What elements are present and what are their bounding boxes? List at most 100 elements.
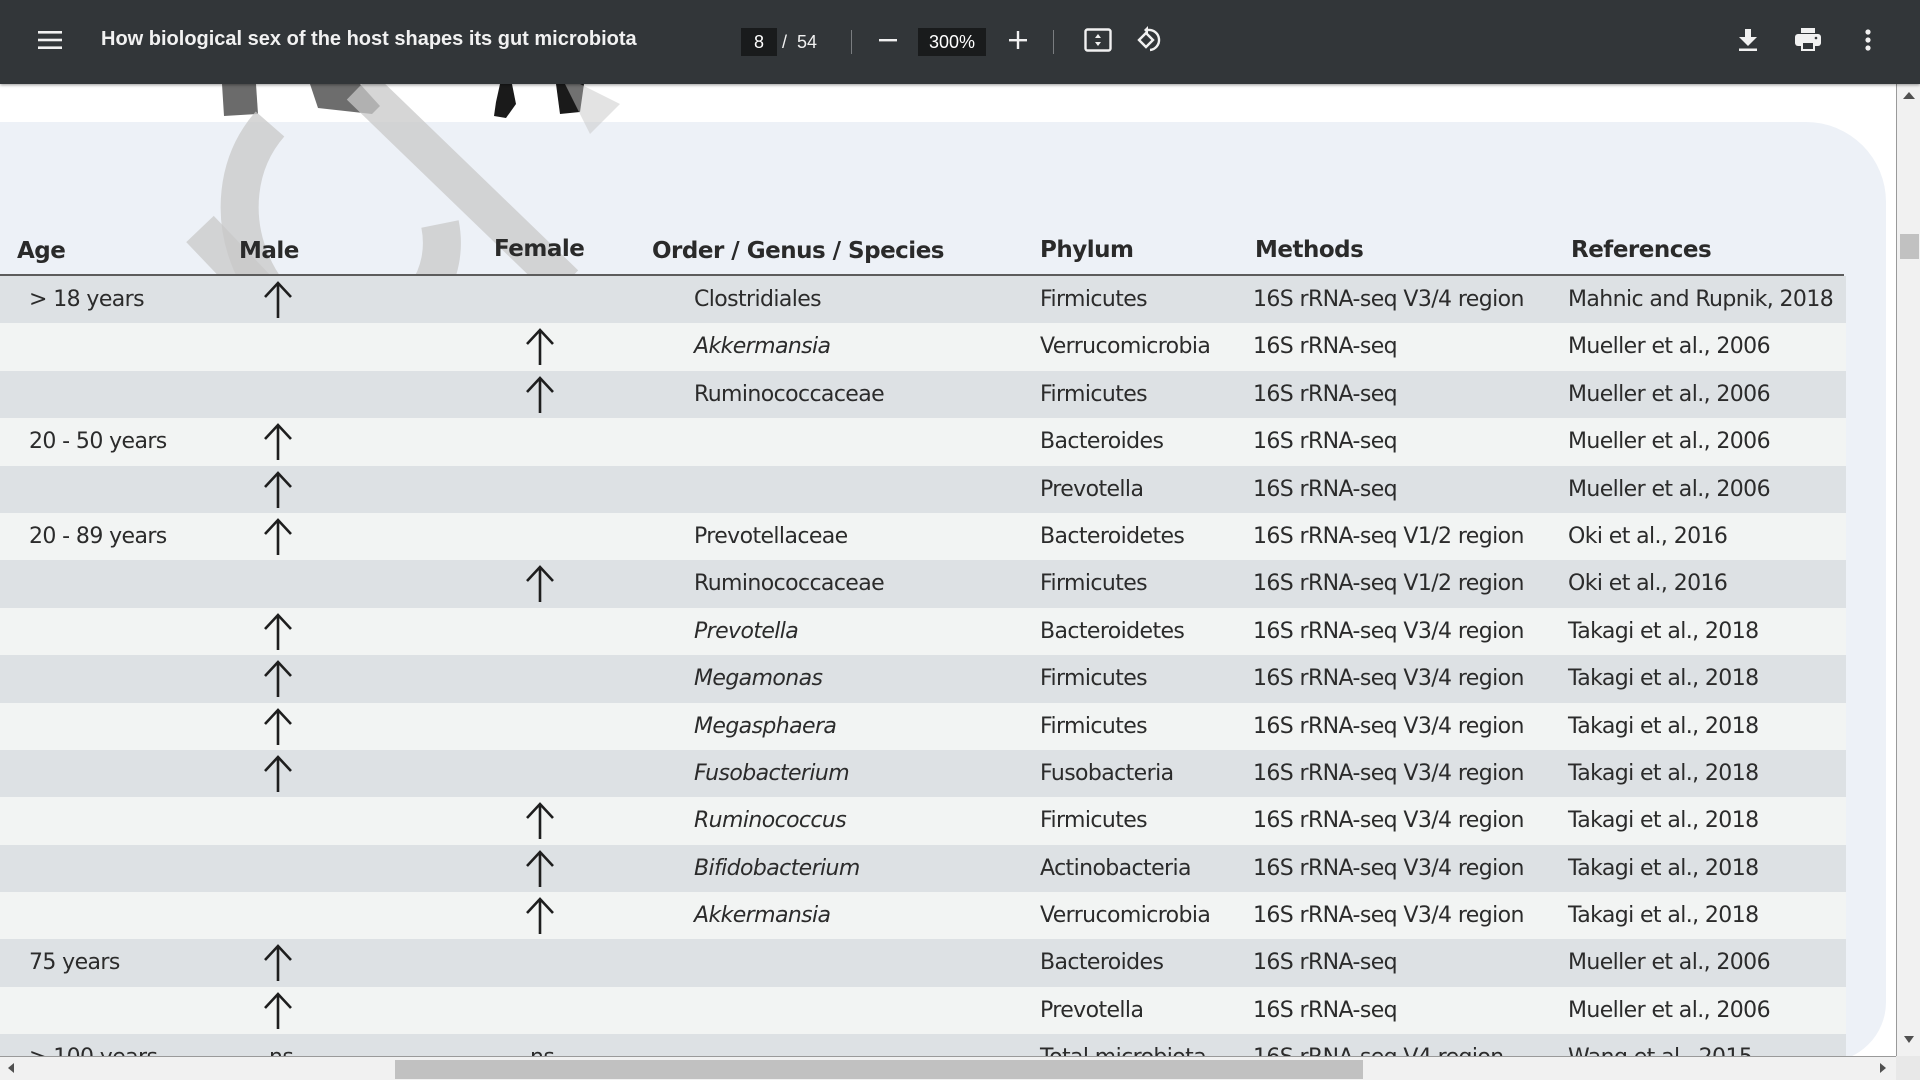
- cell-reference: Mahnic and Rupnik, 2018: [1568, 287, 1834, 312]
- download-icon: [1737, 28, 1759, 57]
- female-increase-arrow-icon: [522, 375, 558, 415]
- cell-phylum: Firmicutes: [1040, 713, 1148, 739]
- cell-reference: Takagi et al., 2018: [1568, 903, 1759, 929]
- cell-reference: Mueller et al., 2006: [1568, 429, 1771, 455]
- cell-method: 16S rRNA-seq V4 region: [1253, 1045, 1504, 1056]
- cell-reference: Takagi et al., 2018: [1568, 808, 1759, 834]
- cell-phylum: Bacteroidetes: [1040, 523, 1185, 549]
- toolbar-divider: [851, 30, 852, 54]
- table-row: > 18 years Clostridiales Firmicutes 16S rRN…: [0, 276, 1846, 324]
- cell-phylum: Firmicutes: [1040, 666, 1148, 692]
- cell-taxon: Akkermansia: [694, 334, 831, 360]
- table-row: Megasphaera Firmicutes 16S rRNA-seq V3/4 r…: [0, 702, 1846, 750]
- hamburger-menu-icon: [38, 30, 62, 55]
- zoom-in-button[interactable]: [998, 22, 1038, 62]
- table-row: Ruminococcus Firmicutes 16S rRNA-seq V3/4 …: [0, 797, 1846, 845]
- cell-taxon: Clostridiales: [694, 287, 822, 312]
- data-table: Age Male Female Order / Genus / Species …: [0, 152, 1846, 1056]
- cell-reference: Takagi et al., 2018: [1568, 760, 1759, 786]
- cell-reference: Takagi et al., 2018: [1568, 618, 1759, 644]
- print-button[interactable]: [1788, 22, 1828, 62]
- cell-phylum: Firmicutes: [1040, 381, 1148, 407]
- male-increase-arrow-icon: [260, 943, 296, 983]
- table-row: Prevotella 16S rRNA-seq Mueller et al., 20…: [0, 986, 1846, 1035]
- cell-method: 16S rRNA-seq V3/4 region: [1253, 713, 1524, 739]
- male-increase-arrow-icon: [260, 422, 296, 462]
- pdf-toolbar: How biological sex of the host shapes it…: [0, 0, 1920, 84]
- cell-reference: Oki et al., 2016: [1568, 523, 1728, 549]
- cell-method: 16S rRNA-seq V3/4 region: [1253, 287, 1524, 312]
- cell-reference: Takagi et al., 2018: [1568, 855, 1759, 881]
- cell-taxon: Prevotella: [694, 618, 799, 644]
- cell-method: 16S rRNA-seq V1/2 region: [1253, 571, 1524, 597]
- header-male: Male: [239, 238, 299, 264]
- fit-to-page-button[interactable]: [1078, 22, 1118, 62]
- table-row: Prevotella Bacteroidetes 16S rRNA-seq V3/4…: [0, 607, 1846, 656]
- header-references: References: [1571, 237, 1712, 263]
- vertical-scroll-thumb[interactable]: [1900, 234, 1919, 259]
- horizontal-scroll-thumb[interactable]: [395, 1060, 1363, 1079]
- download-button[interactable]: [1728, 22, 1768, 62]
- table-row: Prevotella 16S rRNA-seq Mueller et al., 20…: [0, 465, 1846, 513]
- cell-method: 16S rRNA-seq: [1253, 381, 1398, 407]
- rotate-button[interactable]: [1130, 22, 1170, 62]
- zoom-level-input[interactable]: 300%: [918, 28, 986, 56]
- male-increase-arrow-icon: [260, 280, 296, 320]
- male-increase-arrow-icon: [260, 707, 296, 747]
- page-number-input[interactable]: 8: [741, 28, 777, 56]
- cell-reference: Oki et al., 2016: [1568, 571, 1728, 597]
- cell-reference: Mueller et al., 2006: [1568, 381, 1771, 407]
- scroll-right-arrow-icon[interactable]: [1880, 1063, 1886, 1073]
- cell-phylum: Total microbiota: [1040, 1045, 1207, 1056]
- cell-method: 16S rRNA-seq: [1253, 476, 1398, 502]
- cell-age: > 18 years: [29, 287, 145, 312]
- scroll-up-arrow-icon[interactable]: [1903, 92, 1915, 99]
- scroll-down-arrow-icon[interactable]: [1904, 1036, 1914, 1043]
- female-increase-arrow-icon: [522, 896, 558, 936]
- male-increase-arrow-icon: [260, 612, 296, 652]
- plus-icon: [1008, 30, 1028, 55]
- cell-phylum: Verrucomicrobia: [1040, 334, 1211, 360]
- cell-taxon: Fusobacterium: [694, 760, 850, 786]
- vertical-scrollbar[interactable]: [1896, 84, 1920, 1056]
- menu-button[interactable]: [28, 22, 72, 62]
- header-female: Female: [494, 236, 585, 262]
- document-viewer: Age Male Female Order / Genus / Species …: [0, 84, 1896, 1056]
- cell-phylum: Bacteroides: [1040, 429, 1164, 455]
- page-total: 54: [797, 31, 818, 52]
- cell-reference: Mueller et al., 2006: [1568, 997, 1771, 1023]
- cell-phylum: Actinobacteria: [1040, 855, 1191, 881]
- cell-phylum: Bacteroides: [1040, 950, 1164, 976]
- cell-female: ns: [530, 1045, 555, 1056]
- scrollbar-corner: [1896, 1056, 1920, 1080]
- male-increase-arrow-icon: [260, 991, 296, 1031]
- header-methods: Methods: [1255, 237, 1364, 263]
- more-actions-button[interactable]: [1848, 22, 1888, 62]
- zoom-out-button[interactable]: [868, 22, 908, 62]
- table-row: 20 - 50 years Bacteroides 16S rRNA-seq Muel…: [0, 418, 1846, 466]
- cell-reference: Mueller et al., 2006: [1568, 950, 1771, 976]
- minus-icon: [878, 30, 898, 55]
- cell-phylum: Firmicutes: [1040, 808, 1148, 834]
- cell-reference: Wang et al., 2015: [1568, 1045, 1753, 1056]
- cell-phylum: Verrucomicrobia: [1040, 903, 1211, 929]
- cell-age: 20 - 50 years: [29, 429, 167, 455]
- female-increase-arrow-icon: [522, 327, 558, 367]
- cell-taxon: Prevotellaceae: [694, 523, 848, 549]
- table-row: Bifidobacterium Actinobacteria 16S rRNA-se…: [0, 844, 1846, 893]
- cell-reference: Mueller et al., 2006: [1568, 334, 1771, 360]
- table-header: Age Male Female Order / Genus / Species …: [0, 152, 1846, 264]
- male-increase-arrow-icon: [260, 470, 296, 510]
- cell-phylum: Bacteroidetes: [1040, 618, 1185, 644]
- cell-phylum: Prevotella: [1040, 997, 1144, 1023]
- print-icon: [1794, 27, 1822, 57]
- table-row: Ruminococcaceae Firmicutes 16S rRNA-seq V1…: [0, 560, 1846, 608]
- male-increase-arrow-icon: [260, 754, 296, 794]
- cell-method: 16S rRNA-seq: [1253, 334, 1398, 360]
- cell-reference: Mueller et al., 2006: [1568, 476, 1771, 502]
- scroll-left-arrow-icon[interactable]: [8, 1063, 14, 1073]
- cell-phylum: Fusobacteria: [1040, 760, 1174, 786]
- horizontal-scrollbar[interactable]: [0, 1056, 1896, 1080]
- header-age: Age: [17, 238, 66, 264]
- table-row: 75 years Bacteroides 16S rRNA-seq Mueller e…: [0, 939, 1846, 987]
